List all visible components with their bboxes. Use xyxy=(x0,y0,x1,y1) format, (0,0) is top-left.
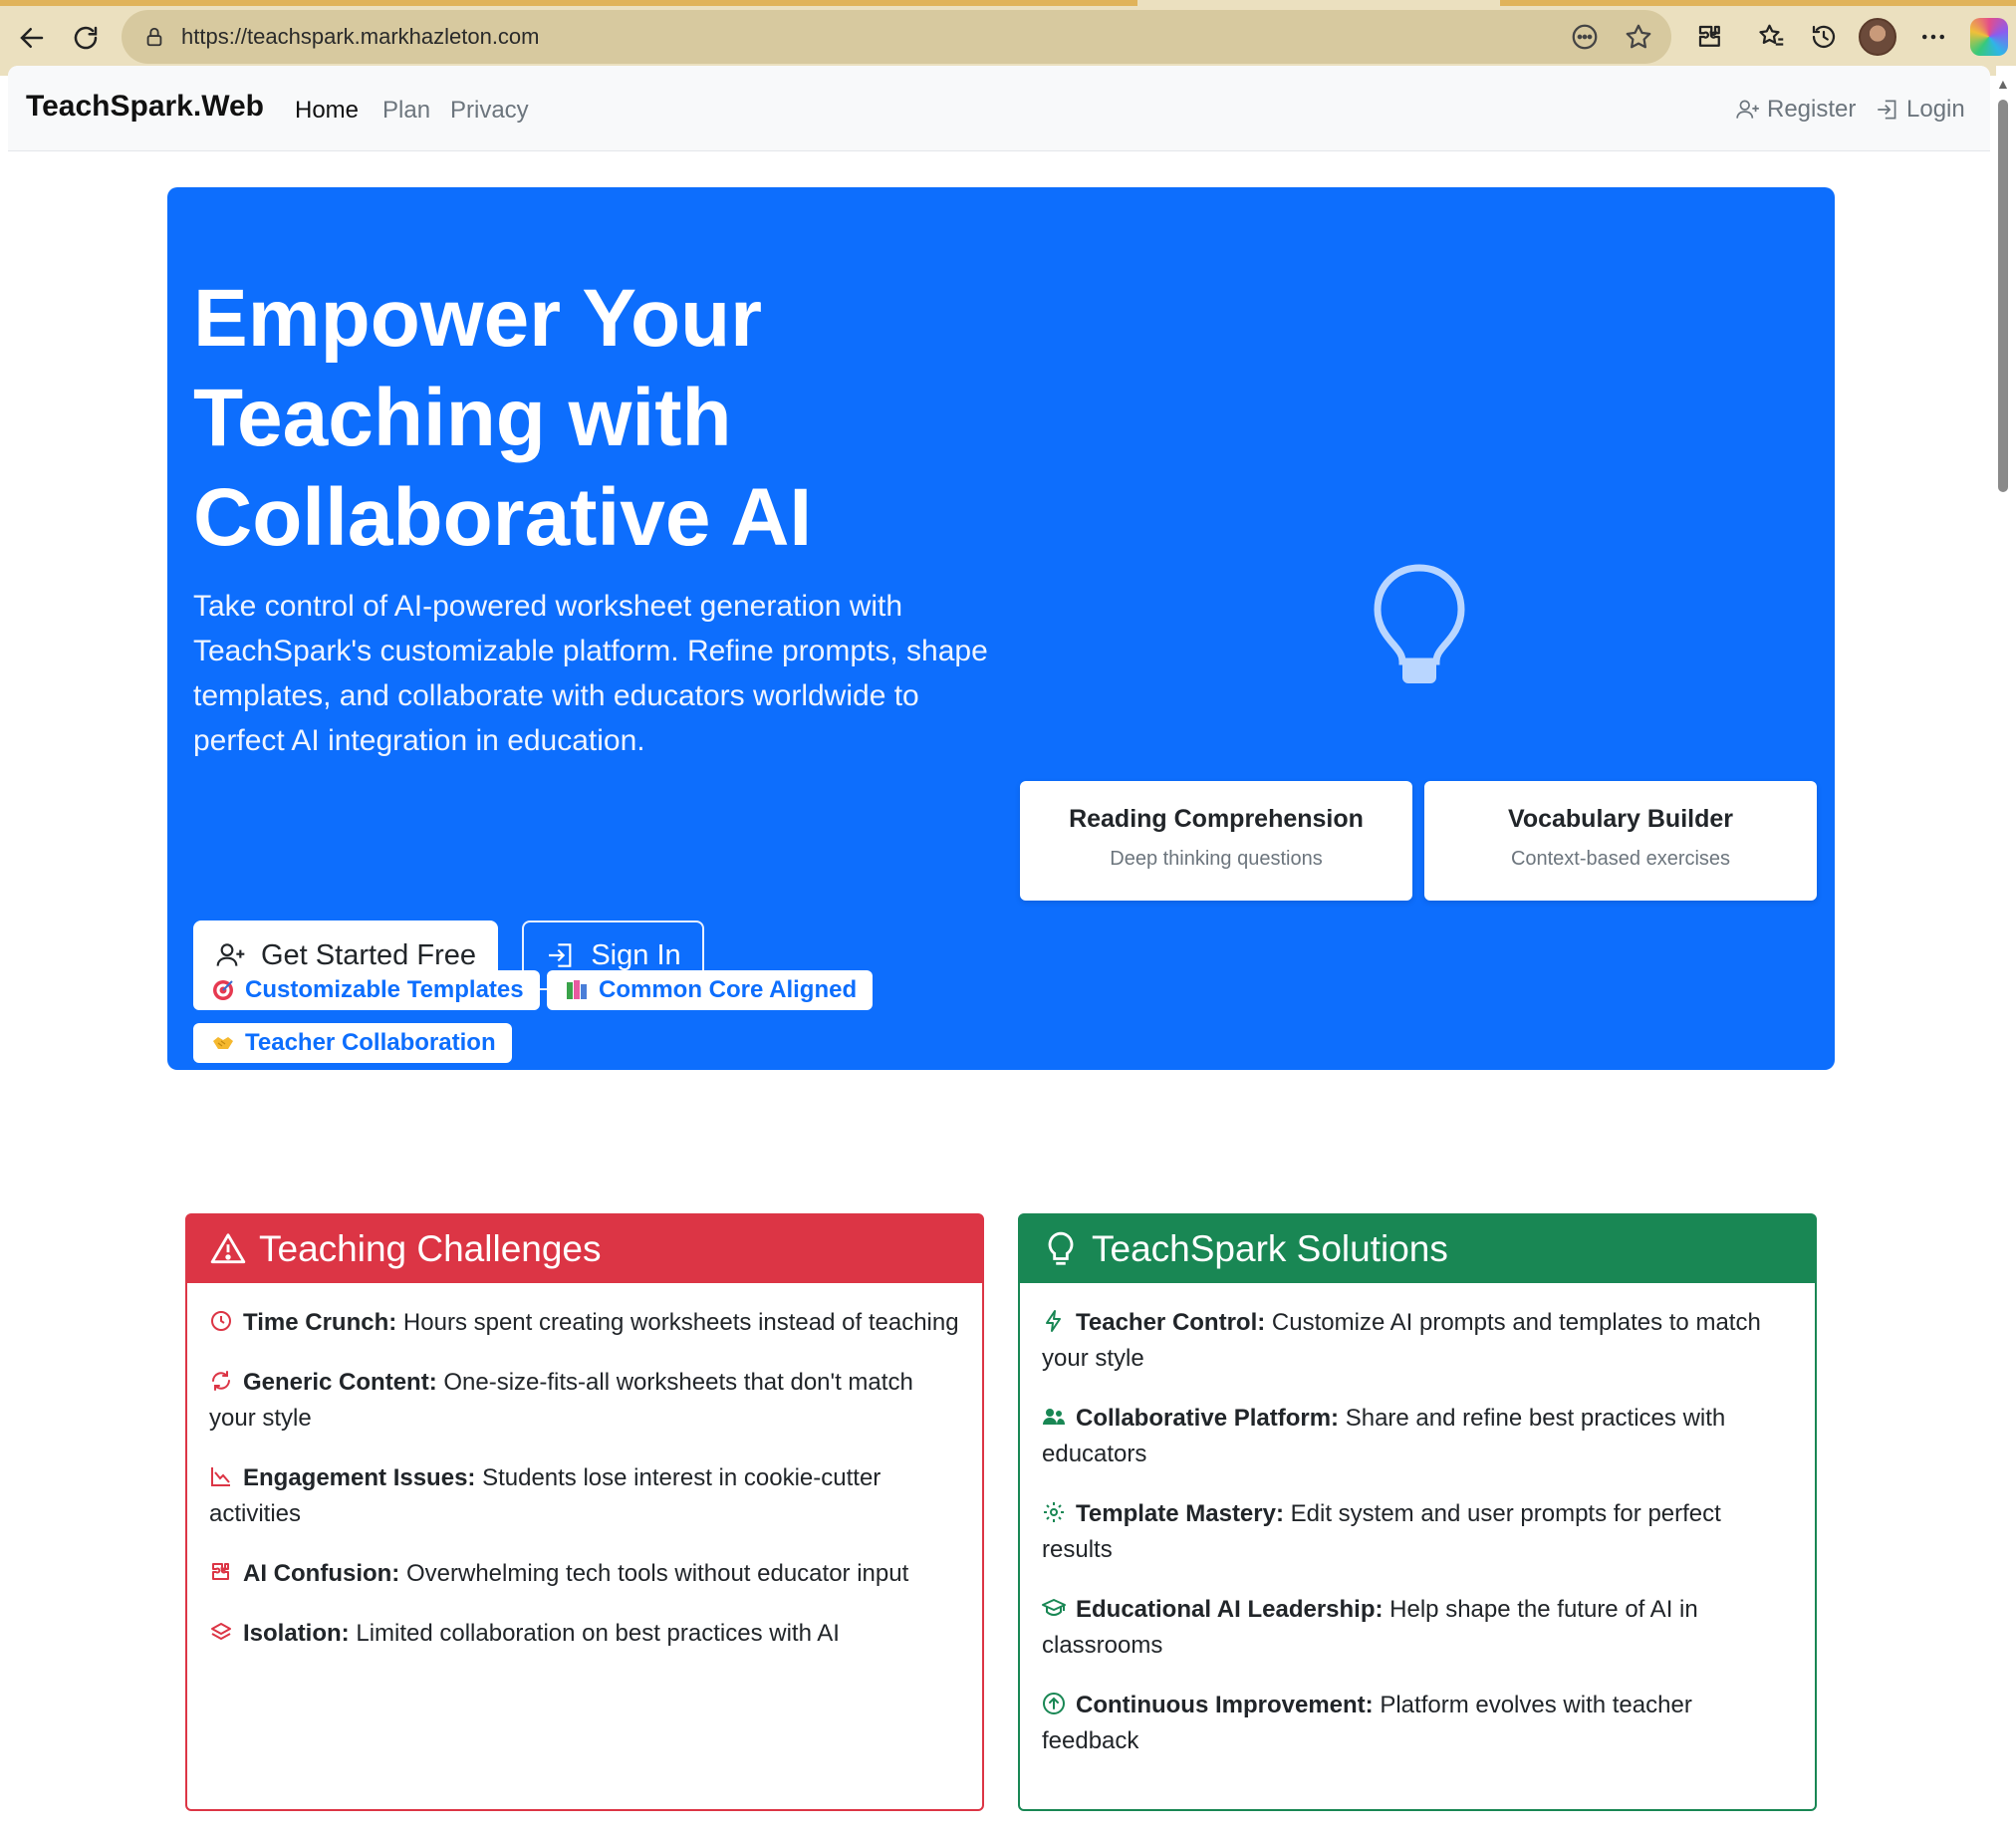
gear-icon xyxy=(1044,1502,1064,1522)
nav-link-plan[interactable]: Plan xyxy=(382,97,430,125)
clock-icon xyxy=(211,1311,231,1331)
nav-link-privacy[interactable]: Privacy xyxy=(450,97,529,125)
layers-icon xyxy=(211,1623,231,1640)
star-icon[interactable] xyxy=(1624,22,1653,52)
list-item: Educational AI Leadership: Help shape th… xyxy=(1042,1592,1793,1664)
list-item: Teacher Control: Customize AI prompts an… xyxy=(1042,1305,1793,1377)
solutions-list: Teacher Control: Customize AI prompts an… xyxy=(1020,1283,1815,1759)
person-plus-icon xyxy=(216,943,245,966)
person-plus-icon xyxy=(1736,100,1759,119)
brand-logo[interactable]: TeachSpark.Web xyxy=(26,90,264,124)
list-item: AI Confusion: Overwhelming tech tools wi… xyxy=(209,1556,960,1592)
page-viewport: TeachSpark.Web Home Plan Privacy Registe… xyxy=(8,66,1990,1838)
graph-down-icon xyxy=(211,1467,230,1486)
hero-title: Empower Your Teaching with Collaborative… xyxy=(193,273,813,563)
list-item: Generic Content: One-size-fits-all works… xyxy=(209,1365,960,1437)
list-item: Template Mastery: Edit system and user p… xyxy=(1042,1496,1793,1568)
lightbulb-icon xyxy=(1374,564,1465,683)
login-label: Login xyxy=(1906,96,1965,123)
item-label: Time Crunch: xyxy=(243,1309,397,1336)
copilot-icon[interactable] xyxy=(1970,18,2008,56)
extensions-icon[interactable] xyxy=(1693,20,1727,54)
tab-strip-accent xyxy=(1500,0,2016,6)
item-label: Generic Content: xyxy=(243,1369,437,1396)
sign-in-label: Sign In xyxy=(591,938,681,971)
more-menu-icon[interactable] xyxy=(1916,20,1950,54)
register-label: Register xyxy=(1767,96,1857,123)
lightning-icon xyxy=(1046,1310,1061,1332)
target-emoji-icon xyxy=(213,980,233,1000)
refresh-icon xyxy=(74,26,98,50)
item-label: Teacher Control: xyxy=(1076,1309,1266,1336)
handshake-emoji-icon xyxy=(213,1037,233,1049)
back-button[interactable] xyxy=(10,16,54,60)
solutions-title: TeachSpark Solutions xyxy=(1092,1228,1448,1269)
challenges-title: Teaching Challenges xyxy=(259,1228,602,1269)
box-arrow-in-right-icon xyxy=(549,943,572,967)
url-text[interactable]: https://teachspark.markhazleton.com xyxy=(181,24,540,50)
badge-common-core: Common Core Aligned xyxy=(547,970,874,1010)
favorites-icon[interactable] xyxy=(1755,20,1789,54)
box-arrow-in-right-icon xyxy=(1878,100,1896,120)
badge-teacher-collaboration: Teacher Collaboration xyxy=(193,1023,512,1063)
badge-label: Teacher Collaboration xyxy=(245,1029,496,1056)
site-navbar: TeachSpark.Web Home Plan Privacy Registe… xyxy=(8,66,1990,151)
reader-mode-icon[interactable] xyxy=(1570,22,1600,52)
scrollbar-thumb[interactable] xyxy=(1998,100,2008,492)
arrow-up-circle-icon xyxy=(1043,1693,1065,1714)
challenges-header: Teaching Challenges xyxy=(187,1215,982,1283)
feature-card-reading: Reading Comprehension Deep thinking ques… xyxy=(1020,781,1412,901)
refresh-button[interactable] xyxy=(64,16,108,60)
address-bar[interactable]: https://teachspark.markhazleton.com xyxy=(122,10,1671,64)
item-text: Limited collaboration on best practices … xyxy=(349,1620,840,1647)
lock-icon[interactable] xyxy=(139,22,169,52)
register-link[interactable]: Register xyxy=(1735,96,1856,124)
badge-label: Common Core Aligned xyxy=(599,976,858,1003)
hero-section: Empower Your Teaching with Collaborative… xyxy=(167,187,1835,1070)
challenges-list: Time Crunch: Hours spent creating worksh… xyxy=(187,1283,982,1652)
feature-card-vocabulary: Vocabulary Builder Context-based exercis… xyxy=(1424,781,1817,901)
feature-card-title: Reading Comprehension xyxy=(1069,805,1364,833)
scroll-up-arrow[interactable]: ▲ xyxy=(1996,76,2010,92)
item-label: AI Confusion: xyxy=(243,1560,400,1587)
list-item: Engagement Issues: Students lose interes… xyxy=(209,1460,960,1532)
list-item: Continuous Improvement: Platform evolves… xyxy=(1042,1688,1793,1759)
item-label: Template Mastery: xyxy=(1076,1500,1284,1527)
teaching-challenges-card: Teaching Challenges Time Crunch: Hours s… xyxy=(185,1213,984,1811)
teachspark-solutions-card: TeachSpark Solutions Teacher Control: Cu… xyxy=(1018,1213,1817,1811)
item-label: Isolation: xyxy=(243,1620,350,1647)
books-emoji-icon xyxy=(567,980,587,999)
get-started-label: Get Started Free xyxy=(261,938,476,971)
item-label: Engagement Issues: xyxy=(243,1464,476,1491)
item-label: Educational AI Leadership: xyxy=(1076,1596,1384,1623)
list-item: Isolation: Limited collaboration on best… xyxy=(209,1616,960,1652)
browser-toolbar: https://teachspark.markhazleton.com xyxy=(0,0,2016,76)
list-item: Collaborative Platform: Share and refine… xyxy=(1042,1401,1793,1472)
warning-triangle-icon xyxy=(210,1233,246,1264)
hero-lead: Take control of AI-powered worksheet gen… xyxy=(193,590,988,757)
feature-card-subtitle: Deep thinking questions xyxy=(1110,848,1323,870)
people-icon xyxy=(1043,1409,1065,1425)
item-label: Continuous Improvement: xyxy=(1076,1692,1374,1718)
item-text: Hours spent creating worksheets instead … xyxy=(396,1309,959,1336)
nav-link-home[interactable]: Home xyxy=(295,97,359,125)
mortarboard-icon xyxy=(1042,1599,1066,1616)
arrows-repeat-icon xyxy=(212,1371,230,1391)
feature-card-subtitle: Context-based exercises xyxy=(1510,848,1731,870)
list-item: Time Crunch: Hours spent creating worksh… xyxy=(209,1305,960,1341)
item-text: Overwhelming tech tools without educator… xyxy=(399,1560,909,1587)
solutions-header: TeachSpark Solutions xyxy=(1020,1215,1815,1283)
profile-avatar[interactable] xyxy=(1859,18,1896,56)
history-icon[interactable] xyxy=(1807,20,1841,54)
lightbulb-icon xyxy=(1048,1231,1074,1265)
arrow-left-icon xyxy=(20,28,44,48)
badge-label: Customizable Templates xyxy=(245,976,524,1003)
puzzle-icon xyxy=(212,1563,229,1580)
tab-strip-accent xyxy=(0,0,1137,6)
badge-customizable-templates: Customizable Templates xyxy=(193,970,540,1010)
login-link[interactable]: Login xyxy=(1875,96,1965,124)
item-label: Collaborative Platform: xyxy=(1076,1405,1340,1432)
feature-card-title: Vocabulary Builder xyxy=(1508,805,1733,833)
